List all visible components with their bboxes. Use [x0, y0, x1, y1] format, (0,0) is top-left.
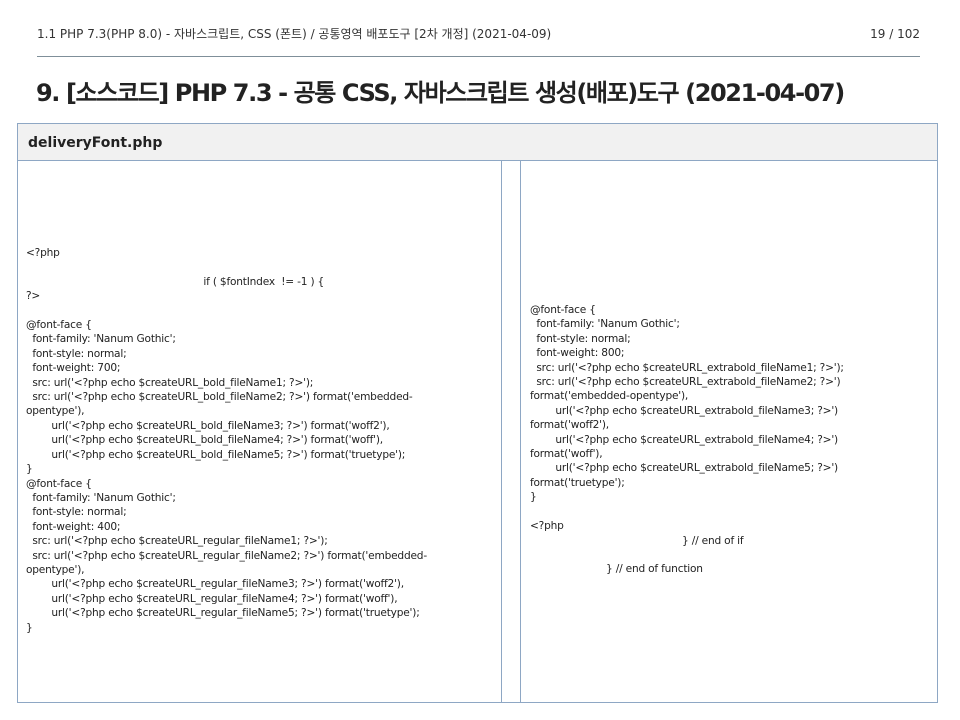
code-column-right: @font-face { font-family: 'Nanum Gothic'…: [520, 160, 939, 702]
file-name: deliveryFont.php: [28, 135, 163, 151]
code-column-left: <?php if ( $fontIndex != -1 ) { ?> @font…: [17, 160, 502, 702]
document-title: 1.1 PHP 7.3(PHP 8.0) - 자바스크립트, CSS (폰트) …: [37, 27, 552, 41]
document-header: 1.1 PHP 7.3(PHP 8.0) - 자바스크립트, CSS (폰트) …: [37, 26, 920, 42]
code-block-right: @font-face { font-family: 'Nanum Gothic'…: [530, 304, 844, 576]
file-name-bar: deliveryFont.php: [18, 124, 937, 161]
code-frame: deliveryFont.php <?php if ( $fontIndex !…: [17, 123, 938, 703]
section-heading: 9. [소스코드] PHP 7.3 - 공통 CSS, 자바스크립트 생성(배포…: [36, 79, 845, 107]
header-divider: [37, 56, 920, 57]
code-block-left: <?php if ( $fontIndex != -1 ) { ?> @font…: [26, 247, 427, 634]
page-counter: 19 / 102: [870, 27, 920, 41]
